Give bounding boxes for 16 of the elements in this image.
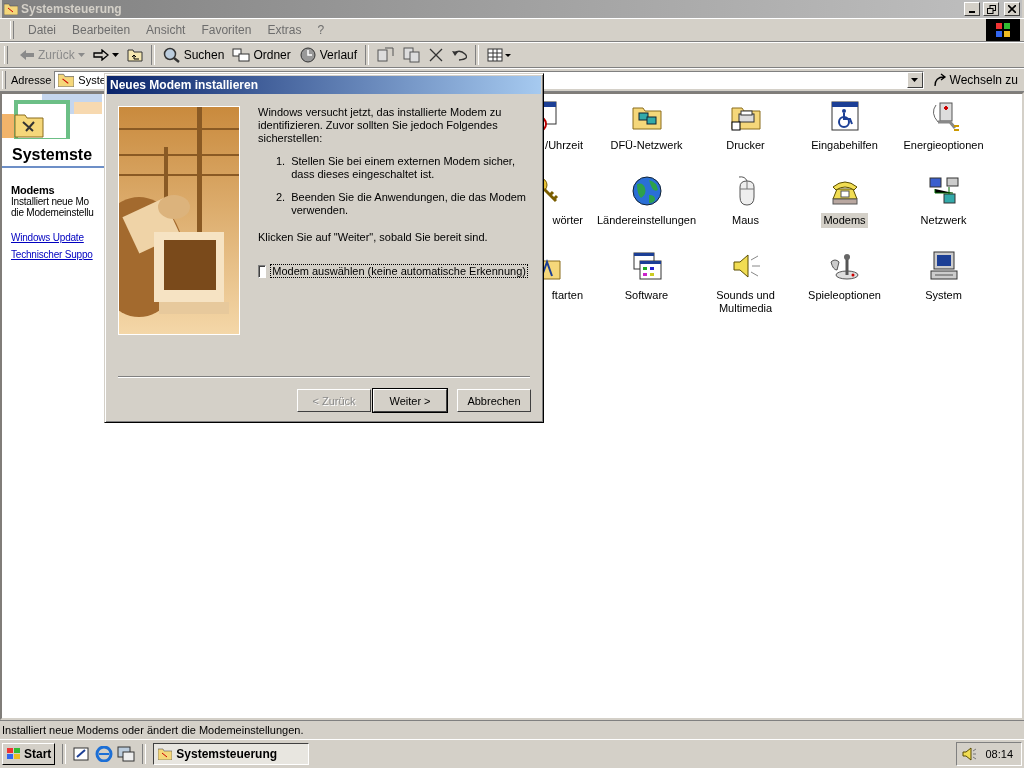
dialog-title: Neues Modem installieren (110, 78, 259, 92)
window-title: Systemsteuerung (21, 2, 123, 16)
step-text: Beenden Sie die Anwendungen, die das Modem verwenden. (291, 191, 528, 217)
address-label: Adresse (11, 74, 52, 86)
address-value: Syste (78, 74, 106, 86)
step-number: 1. (276, 155, 286, 169)
page-heading: Systemste (12, 146, 93, 164)
item-title: Modems (11, 184, 56, 196)
status-text: Installiert neue Modems oder ändert die Modemeinstellungen. (2, 724, 304, 736)
step-number: 2. (276, 191, 286, 205)
clock: 08:14 (985, 748, 1013, 760)
item-description: die Modemeinstellu (11, 207, 95, 218)
step-text: Stellen Sie bei einem externen Modem sicher, dass dieses eingeschaltet ist. (291, 155, 516, 181)
instruction-text: Windows versucht jetzt, das installierte Modem zu identifizieren. Zuvor sollten Sie jedoch Folgendes sicherstellen: (258, 106, 503, 145)
instruction-text: Klicken Sie auf "Weiter", sobald Sie bereit sind. (258, 231, 489, 244)
item-description: Installiert neue Mo (11, 196, 90, 207)
